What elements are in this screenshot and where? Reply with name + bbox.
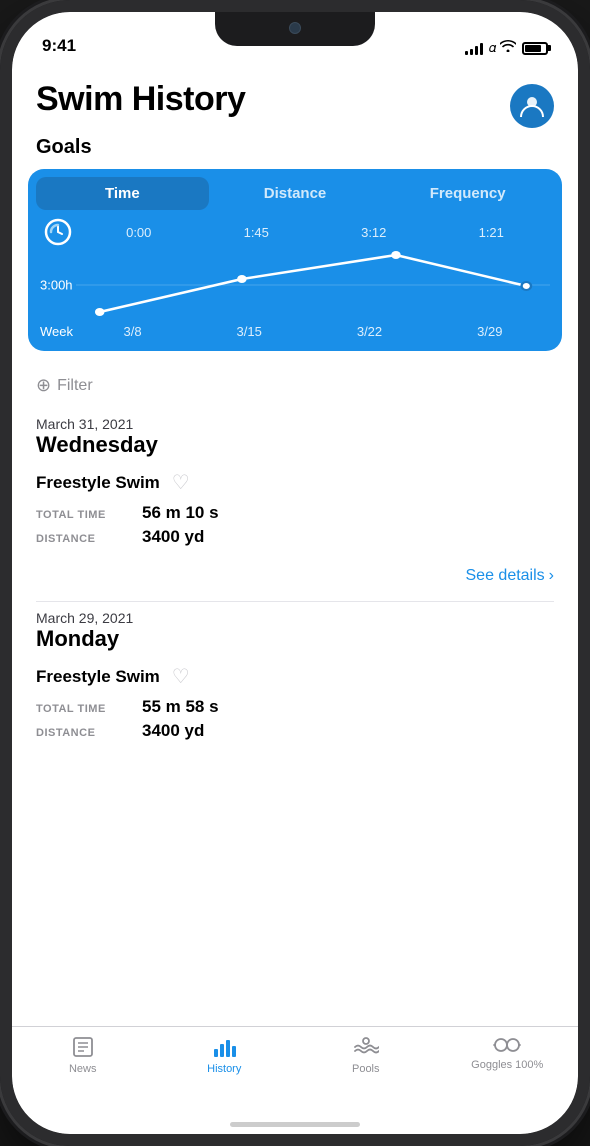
date-label-2: March 29, 2021	[36, 610, 554, 626]
chart-x-3: 3/29	[477, 324, 502, 339]
tab-history[interactable]: History	[154, 1035, 296, 1075]
heart-icon-1[interactable]: ♡	[172, 470, 190, 495]
stat-value-1-0: 56 m 10 s	[142, 503, 219, 523]
tab-goggles-label: Goggles 100%	[471, 1059, 543, 1071]
tab-news-label: News	[69, 1063, 97, 1075]
chart-y-label: 3:00h	[40, 278, 73, 293]
page-title: Swim History	[36, 80, 245, 119]
stat-row-1-1: DISTANCE 3400 yd	[36, 527, 554, 547]
status-time: 9:41	[42, 36, 76, 56]
tab-frequency[interactable]: Frequency	[381, 177, 554, 210]
tab-goggles[interactable]: Goggles 100%	[437, 1035, 579, 1071]
divider-1	[36, 601, 554, 602]
filter-icon: ⊕	[36, 375, 51, 396]
chart-val-1: 1:45	[244, 225, 269, 240]
tab-news[interactable]: News	[12, 1035, 154, 1075]
front-camera	[289, 22, 301, 34]
wifi-icon: 𝛼	[489, 40, 516, 56]
notch	[215, 12, 375, 46]
phone-frame: 9:41 𝛼	[0, 0, 590, 1146]
stat-value-2-0: 55 m 58 s	[142, 697, 219, 717]
see-details-row-1[interactable]: See details ›	[12, 561, 578, 597]
tab-pools-label: Pools	[352, 1063, 380, 1075]
date-header-2: March 29, 2021 Monday	[12, 606, 578, 654]
workout-card-2: Freestyle Swim ♡ TOTAL TIME 55 m 58 s DI…	[12, 654, 578, 755]
day-label-2: Monday	[36, 626, 554, 652]
main-content: Swim History Goals Time Distance Frequen…	[12, 64, 578, 1026]
stat-label-1-1: DISTANCE	[36, 533, 126, 545]
chart-val-0: 0:00	[126, 225, 151, 240]
profile-button[interactable]	[510, 84, 554, 128]
news-icon	[71, 1035, 95, 1059]
stat-label-2-1: DISTANCE	[36, 727, 126, 739]
chart-area: 0:00 1:45 3:12 1:21 3:00h	[28, 210, 562, 351]
workout-title-1: Freestyle Swim	[36, 473, 160, 493]
stat-row-2-1: DISTANCE 3400 yd	[36, 721, 554, 741]
chart-val-3: 1:21	[479, 225, 504, 240]
history-icon	[212, 1035, 236, 1059]
chart-val-2: 3:12	[361, 225, 386, 240]
see-details-text-1: See details	[466, 567, 545, 585]
stat-value-2-1: 3400 yd	[142, 721, 204, 741]
stat-label-1-0: TOTAL TIME	[36, 509, 126, 521]
chart-x-1: 3/15	[237, 324, 262, 339]
header-area: Swim History	[12, 64, 578, 136]
home-indicator	[12, 1114, 578, 1134]
chart-x-2: 3/22	[357, 324, 382, 339]
workout-title-2: Freestyle Swim	[36, 667, 160, 687]
workout-title-row-2: Freestyle Swim ♡	[36, 664, 554, 689]
chart-x-0: 3/8	[123, 324, 141, 339]
clock-icon	[44, 218, 72, 246]
status-icons: 𝛼	[465, 40, 548, 56]
workout-card-1: Freestyle Swim ♡ TOTAL TIME 56 m 10 s DI…	[12, 460, 578, 561]
heart-icon-2[interactable]: ♡	[172, 664, 190, 689]
chart-week-label: Week	[40, 324, 76, 339]
chart-line	[76, 250, 550, 320]
tab-pools[interactable]: Pools	[295, 1035, 437, 1075]
filter-row[interactable]: ⊕ Filter	[12, 367, 578, 412]
goals-section-label: Goals	[12, 136, 578, 169]
battery-icon	[522, 42, 548, 55]
date-label-1: March 31, 2021	[36, 416, 554, 432]
filter-label: Filter	[57, 377, 93, 395]
goals-chart-card: Time Distance Frequency	[28, 169, 562, 351]
stat-row-2-0: TOTAL TIME 55 m 58 s	[36, 697, 554, 717]
date-header-1: March 31, 2021 Wednesday	[12, 412, 578, 460]
tab-distance[interactable]: Distance	[209, 177, 382, 210]
workout-title-row-1: Freestyle Swim ♡	[36, 470, 554, 495]
tab-history-label: History	[207, 1063, 241, 1075]
stat-label-2-0: TOTAL TIME	[36, 703, 126, 715]
stat-row-1-0: TOTAL TIME 56 m 10 s	[36, 503, 554, 523]
day-label-1: Wednesday	[36, 432, 554, 458]
goggles-icon	[493, 1035, 521, 1055]
signal-bars	[465, 41, 483, 55]
chart-tabs: Time Distance Frequency	[28, 169, 562, 210]
stat-value-1-1: 3400 yd	[142, 527, 204, 547]
tab-bar: News History Pools	[12, 1026, 578, 1114]
tab-time[interactable]: Time	[36, 177, 209, 210]
home-bar	[230, 1122, 360, 1127]
chevron-right-1: ›	[549, 567, 554, 585]
phone-screen: 9:41 𝛼	[12, 12, 578, 1134]
pools-icon	[353, 1035, 379, 1059]
